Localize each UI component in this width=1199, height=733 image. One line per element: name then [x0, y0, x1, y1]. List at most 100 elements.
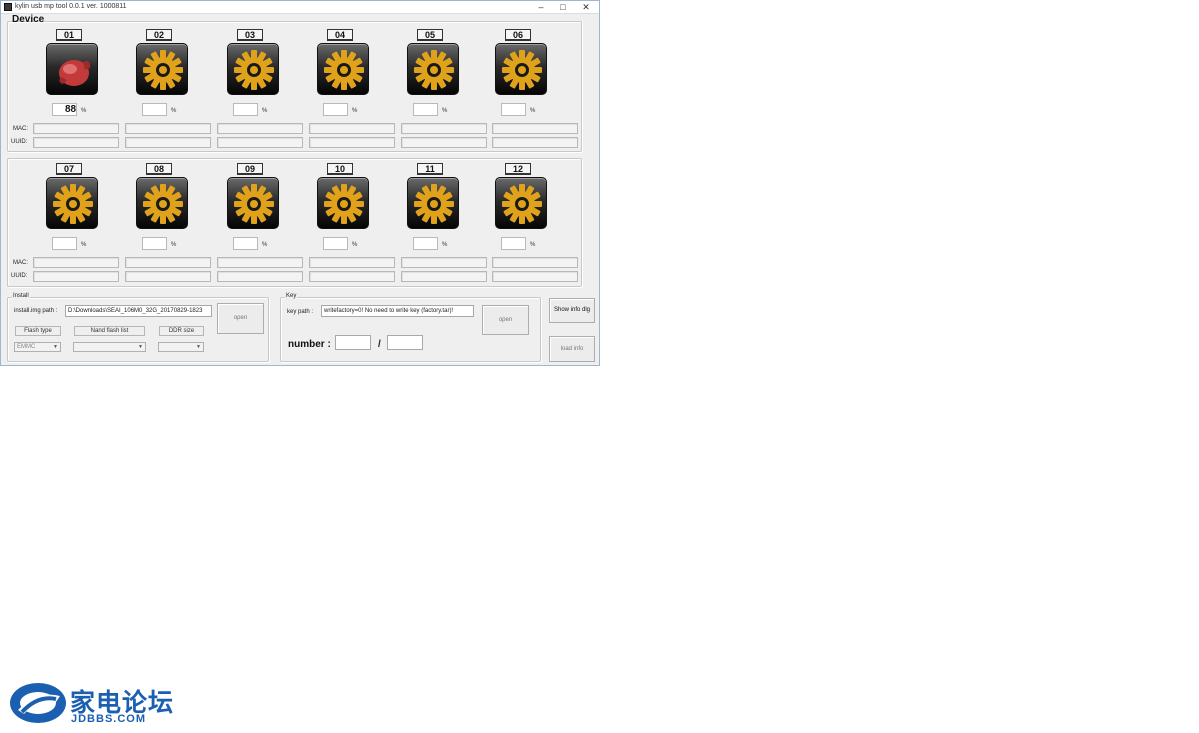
slot-number-11: 11	[417, 163, 443, 175]
slot-07-mac-field[interactable]	[33, 257, 119, 268]
ddr-size-select[interactable]: ▼	[158, 342, 204, 352]
nand-flash-select[interactable]: ▼	[73, 342, 146, 352]
number-total-field[interactable]	[387, 335, 423, 350]
slot-05-mac-field[interactable]	[401, 123, 487, 134]
slot-04-progress	[323, 103, 348, 116]
percent-sign: %	[442, 242, 448, 248]
slot-01-burn-active-icon[interactable]	[46, 43, 98, 95]
slot-10-mac-field[interactable]	[309, 257, 395, 268]
slot-02-progress	[142, 103, 167, 116]
slot-number-01: 01	[56, 29, 82, 41]
percent-sign: %	[352, 108, 358, 114]
slot-12-uuid-field[interactable]	[492, 271, 578, 282]
slot-04-uuid-field[interactable]	[309, 137, 395, 148]
slot-04-gear-icon[interactable]	[317, 43, 369, 95]
slot-12-mac-field[interactable]	[492, 257, 578, 268]
slot-10-gear-icon[interactable]	[317, 177, 369, 229]
slot-number-03: 03	[237, 29, 263, 41]
chevron-down-icon: ▼	[53, 344, 58, 350]
slot-01-progress: 88	[52, 103, 77, 116]
slot-05-progress	[413, 103, 438, 116]
slot-08-uuid-field[interactable]	[125, 271, 211, 282]
slot-02-gear-icon[interactable]	[136, 43, 188, 95]
slot-03-uuid-field[interactable]	[217, 137, 303, 148]
slot-number-05: 05	[417, 29, 443, 41]
watermark-site-text: JDBBS.COM	[71, 713, 147, 725]
flash-type-value: EMMC	[17, 344, 36, 350]
slot-11-mac-field[interactable]	[401, 257, 487, 268]
install-group-title: Install	[12, 293, 30, 299]
slot-07-gear-icon[interactable]	[46, 177, 98, 229]
percent-sign: %	[171, 242, 177, 248]
slot-02-uuid-field[interactable]	[125, 137, 211, 148]
uuid-label-top: UUID:	[11, 139, 28, 145]
key-path-field[interactable]: writefactory=0! No need to write key (fa…	[321, 305, 474, 317]
key-path-label: key path :	[287, 309, 314, 315]
slot-03-gear-icon[interactable]	[227, 43, 279, 95]
percent-sign: %	[171, 108, 177, 114]
number-label: number :	[288, 339, 331, 350]
slot-09-gear-icon[interactable]	[227, 177, 279, 229]
slot-10-progress	[323, 237, 348, 250]
mac-label-top: MAC:	[13, 126, 28, 132]
uuid-label-bottom: UUID:	[11, 273, 28, 279]
app-icon	[4, 3, 12, 11]
jdbbs-logo-icon	[10, 683, 66, 723]
title-bar[interactable]: kylin usb mp tool 0.0.1 ver. 1000811 – □…	[1, 1, 599, 14]
percent-sign: %	[81, 242, 87, 248]
slot-07-progress	[52, 237, 77, 250]
chevron-down-icon: ▼	[196, 344, 201, 350]
slot-number-12: 12	[505, 163, 531, 175]
percent-sign: %	[262, 108, 268, 114]
slot-09-mac-field[interactable]	[217, 257, 303, 268]
percent-sign: %	[442, 108, 448, 114]
slot-number-04: 04	[327, 29, 353, 41]
slot-03-progress	[233, 103, 258, 116]
slot-09-progress	[233, 237, 258, 250]
key-open-button[interactable]: open	[482, 305, 529, 335]
show-info-dlg-button[interactable]: Show info dlg	[549, 298, 595, 323]
slot-05-gear-icon[interactable]	[407, 43, 459, 95]
number-current-field[interactable]	[335, 335, 371, 350]
slot-03-mac-field[interactable]	[217, 123, 303, 134]
app-window: kylin usb mp tool 0.0.1 ver. 1000811 – □…	[0, 0, 600, 366]
nand-flash-list-label: Nand flash list	[74, 326, 145, 336]
close-button[interactable]: ✕	[573, 1, 599, 14]
install-img-path-label: install.img path :	[14, 308, 58, 314]
slot-number-08: 08	[146, 163, 172, 175]
slot-02-mac-field[interactable]	[125, 123, 211, 134]
slot-11-uuid-field[interactable]	[401, 271, 487, 282]
slot-06-mac-field[interactable]	[492, 123, 578, 134]
slot-06-gear-icon[interactable]	[495, 43, 547, 95]
slot-number-10: 10	[327, 163, 353, 175]
load-info-button[interactable]: load info	[549, 336, 595, 362]
slot-01-uuid-field[interactable]	[33, 137, 119, 148]
percent-sign: %	[530, 108, 536, 114]
device-group-title: Device	[12, 14, 45, 25]
slot-06-progress	[501, 103, 526, 116]
slot-01-mac-field[interactable]	[33, 123, 119, 134]
slot-11-gear-icon[interactable]	[407, 177, 459, 229]
slot-08-progress	[142, 237, 167, 250]
install-img-path-field[interactable]: D:\Downloads\SEAI_106M0_32G_20170829-182…	[65, 305, 212, 317]
slot-04-mac-field[interactable]	[309, 123, 395, 134]
install-open-button[interactable]: open	[217, 303, 264, 334]
percent-sign: %	[262, 242, 268, 248]
slot-12-progress	[501, 237, 526, 250]
slot-09-uuid-field[interactable]	[217, 271, 303, 282]
percent-sign: %	[530, 242, 536, 248]
flash-type-select[interactable]: EMMC ▼	[14, 342, 61, 352]
number-separator: /	[378, 339, 381, 350]
slot-08-mac-field[interactable]	[125, 257, 211, 268]
chevron-down-icon: ▼	[138, 344, 143, 350]
ddr-size-label: DDR size	[159, 326, 204, 336]
slot-08-gear-icon[interactable]	[136, 177, 188, 229]
slot-05-uuid-field[interactable]	[401, 137, 487, 148]
slot-07-uuid-field[interactable]	[33, 271, 119, 282]
flash-type-label: Flash type	[15, 326, 61, 336]
slot-number-09: 09	[237, 163, 263, 175]
percent-sign: %	[352, 242, 358, 248]
slot-10-uuid-field[interactable]	[309, 271, 395, 282]
slot-06-uuid-field[interactable]	[492, 137, 578, 148]
slot-12-gear-icon[interactable]	[495, 177, 547, 229]
